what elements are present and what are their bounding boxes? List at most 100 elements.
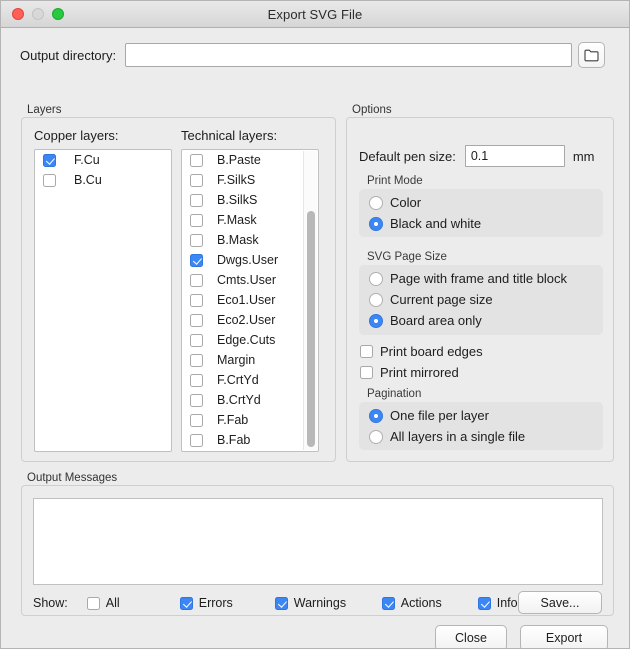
dialog-body: Output directory: Layers Copper layers: … [1,28,630,649]
checkbox[interactable] [360,366,373,379]
filter-actions[interactable]: Actions [382,596,478,610]
radio-button[interactable] [369,314,383,328]
layer-checkbox[interactable] [190,334,203,347]
layer-checkbox[interactable] [190,314,203,327]
radio-page-with-frame-and-title-block[interactable]: Page with frame and title block [359,268,603,289]
pagination-group: Pagination One file per layer All layers… [359,388,603,450]
radio-one-file-per-layer[interactable]: One file per layer [359,405,603,426]
radio-button[interactable] [369,409,383,423]
checkbox[interactable] [382,597,395,610]
layer-checkbox[interactable] [190,294,203,307]
pagination-body: One file per layer All layers in a singl… [359,402,603,450]
layer-item[interactable]: Edge.Cuts [182,330,318,350]
export-svg-dialog: Export SVG File Output directory: Layers… [0,0,630,649]
radio-button[interactable] [369,272,383,286]
layer-checkbox[interactable] [190,374,203,387]
radio-button[interactable] [369,217,383,231]
copper-layers-list[interactable]: F.Cu B.Cu [34,149,172,452]
layer-item[interactable]: F.Cu [35,150,171,170]
pen-size-input[interactable] [465,145,565,167]
layer-checkbox[interactable] [190,194,203,207]
radio-print-mode-color[interactable]: Color [359,192,603,213]
save-button[interactable]: Save... [518,591,602,614]
layer-item[interactable]: B.Fab [182,430,318,450]
layer-name: Eco1.User [217,293,275,307]
layer-checkbox[interactable] [190,414,203,427]
print-mode-title: Print Mode [367,175,423,187]
layer-item[interactable]: Eco1.User [182,290,318,310]
layer-item[interactable]: F.CrtYd [182,370,318,390]
layer-name: Dwgs.User [217,253,278,267]
layer-item[interactable]: Dwgs.User [182,250,318,270]
layer-checkbox[interactable] [43,154,56,167]
layer-item[interactable]: F.Fab [182,410,318,430]
checkbox-print-board-edges[interactable]: Print board edges [360,344,483,359]
filter-all[interactable]: All [87,596,180,610]
show-label: Show: [33,596,68,610]
close-button[interactable]: Close [435,625,507,649]
layer-checkbox[interactable] [190,394,203,407]
radio-button[interactable] [369,293,383,307]
layer-checkbox[interactable] [190,354,203,367]
radio-print-mode-black-and-white[interactable]: Black and white [359,213,603,234]
layer-checkbox[interactable] [190,254,203,267]
layer-checkbox[interactable] [190,174,203,187]
radio-label: One file per layer [390,408,489,423]
layer-checkbox[interactable] [43,174,56,187]
layer-name: Cmts.User [217,273,276,287]
filter-infos[interactable]: Infos [478,596,524,610]
filter-errors[interactable]: Errors [180,596,275,610]
filter-warnings[interactable]: Warnings [275,596,382,610]
radio-label: Color [390,195,421,210]
window-minimize-icon[interactable] [32,8,44,20]
layer-checkbox[interactable] [190,274,203,287]
layer-item[interactable]: Cmts.User [182,270,318,290]
technical-layers-scrollbar[interactable] [303,151,317,450]
checkbox[interactable] [478,597,491,610]
filter-label: Errors [199,596,233,610]
layer-item[interactable]: B.SilkS [182,190,318,210]
layer-item[interactable]: F.SilkS [182,170,318,190]
layer-item[interactable]: F.Mask [182,210,318,230]
checkbox[interactable] [180,597,193,610]
output-messages-textarea[interactable] [33,498,603,585]
layer-checkbox[interactable] [190,434,203,447]
layer-item[interactable]: B.Mask [182,230,318,250]
checkbox[interactable] [275,597,288,610]
layer-name: B.Cu [74,173,102,187]
layer-name: F.CrtYd [217,373,259,387]
window-zoom-icon[interactable] [52,8,64,20]
layer-checkbox[interactable] [190,154,203,167]
checkbox-label: Print board edges [380,344,483,359]
layer-checkbox[interactable] [190,234,203,247]
print-mode-group: Print Mode Color Black and white [359,175,603,237]
radio-current-page-size[interactable]: Current page size [359,289,603,310]
output-directory-input[interactable] [125,43,572,67]
technical-layers-list[interactable]: B.Paste F.SilkS B.SilkS F.Mask [181,149,319,452]
radio-all-layers-in-a-single-file[interactable]: All layers in a single file [359,426,603,447]
checkbox[interactable] [360,345,373,358]
export-button[interactable]: Export [520,625,608,649]
browse-directory-button[interactable] [578,42,605,68]
radio-button[interactable] [369,430,383,444]
checkbox-print-mirrored[interactable]: Print mirrored [360,365,459,380]
layer-item[interactable]: Margin [182,350,318,370]
radio-board-area-only[interactable]: Board area only [359,310,603,331]
output-messages-title: Output Messages [27,472,117,484]
layer-item[interactable]: B.CrtYd [182,390,318,410]
layer-item[interactable]: B.Cu [35,170,171,190]
scrollbar-thumb[interactable] [307,211,315,447]
layer-checkbox[interactable] [190,214,203,227]
checkbox[interactable] [87,597,100,610]
layers-group: Layers Copper layers: Technical layers: … [21,104,336,462]
radio-button[interactable] [369,196,383,210]
layer-item[interactable]: Eco2.User [182,310,318,330]
window-close-icon[interactable] [12,8,24,20]
titlebar: Export SVG File [1,1,629,28]
pen-size-unit: mm [573,149,595,164]
layer-name: Edge.Cuts [217,333,275,347]
layers-group-frame: Copper layers: Technical layers: F.Cu B.… [21,117,336,462]
filter-label: Actions [401,596,442,610]
filter-label: All [106,596,120,610]
layer-item[interactable]: B.Paste [182,150,318,170]
